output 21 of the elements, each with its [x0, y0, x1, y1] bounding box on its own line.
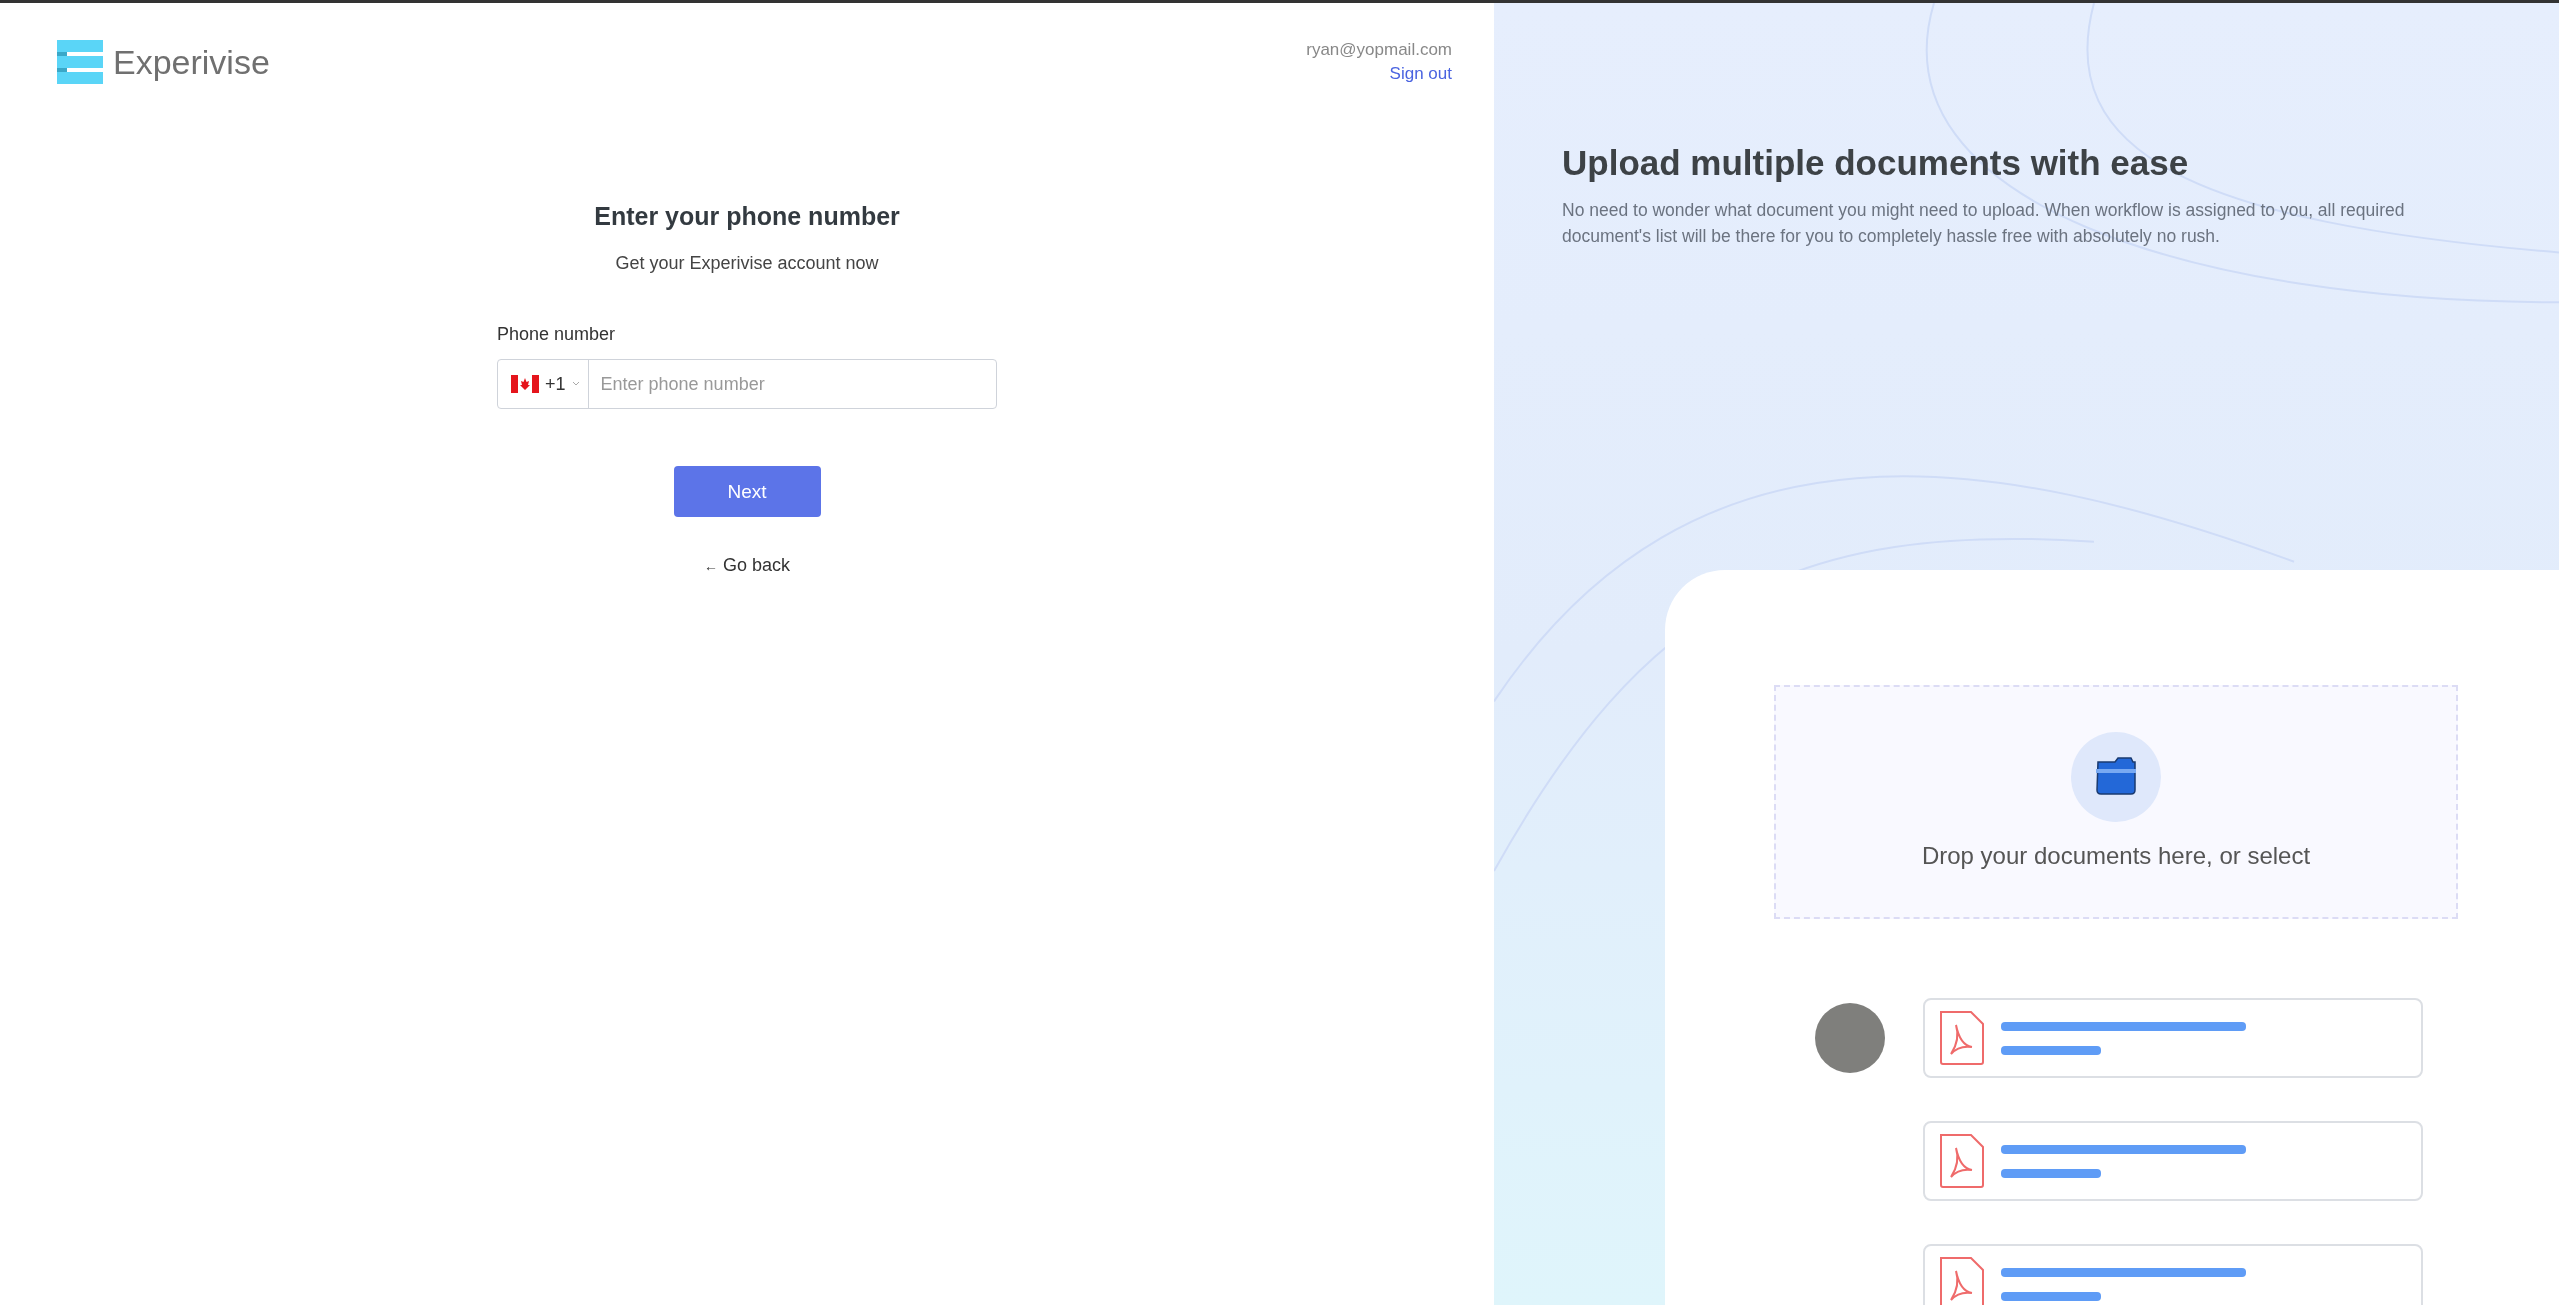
chevron-down-icon: [571, 381, 580, 387]
phone-number-field[interactable]: +1 Enter phone number: [497, 359, 997, 409]
country-code-select[interactable]: +1: [498, 360, 589, 408]
sign-out-link[interactable]: Sign out: [1389, 64, 1452, 84]
form-title: Enter your phone number: [594, 202, 900, 231]
promo-description: No need to wonder what document you might need to upload. When workflow is assigned to you, all required document's list will be there for you to completely hassle free with absolutely no rush.: [1562, 199, 2406, 248]
phone-label: Phone number: [497, 324, 616, 345]
brand-name: Experivise: [113, 42, 270, 82]
go-back-link[interactable]: ← Go back: [703, 555, 790, 576]
form-subtitle: Get your Experivise account now: [615, 253, 879, 274]
next-button[interactable]: Next: [673, 466, 821, 517]
drop-zone-text: Drop your documents here, or select: [1921, 842, 2311, 870]
flag-icon: [511, 375, 539, 393]
user-email: ryan@yopmail.com: [1306, 40, 1452, 60]
logo-icon: [57, 40, 103, 84]
promo-title: Upload multiple documents with ease: [1562, 143, 2190, 183]
folder-icon: [2071, 732, 2161, 822]
pdf-file-icon: [1939, 1133, 1985, 1189]
drop-zone[interactable]: Drop your documents here, or select: [1774, 685, 2458, 919]
pdf-file-icon: [1939, 1256, 1985, 1305]
pdf-file-icon: [1939, 1010, 1985, 1066]
